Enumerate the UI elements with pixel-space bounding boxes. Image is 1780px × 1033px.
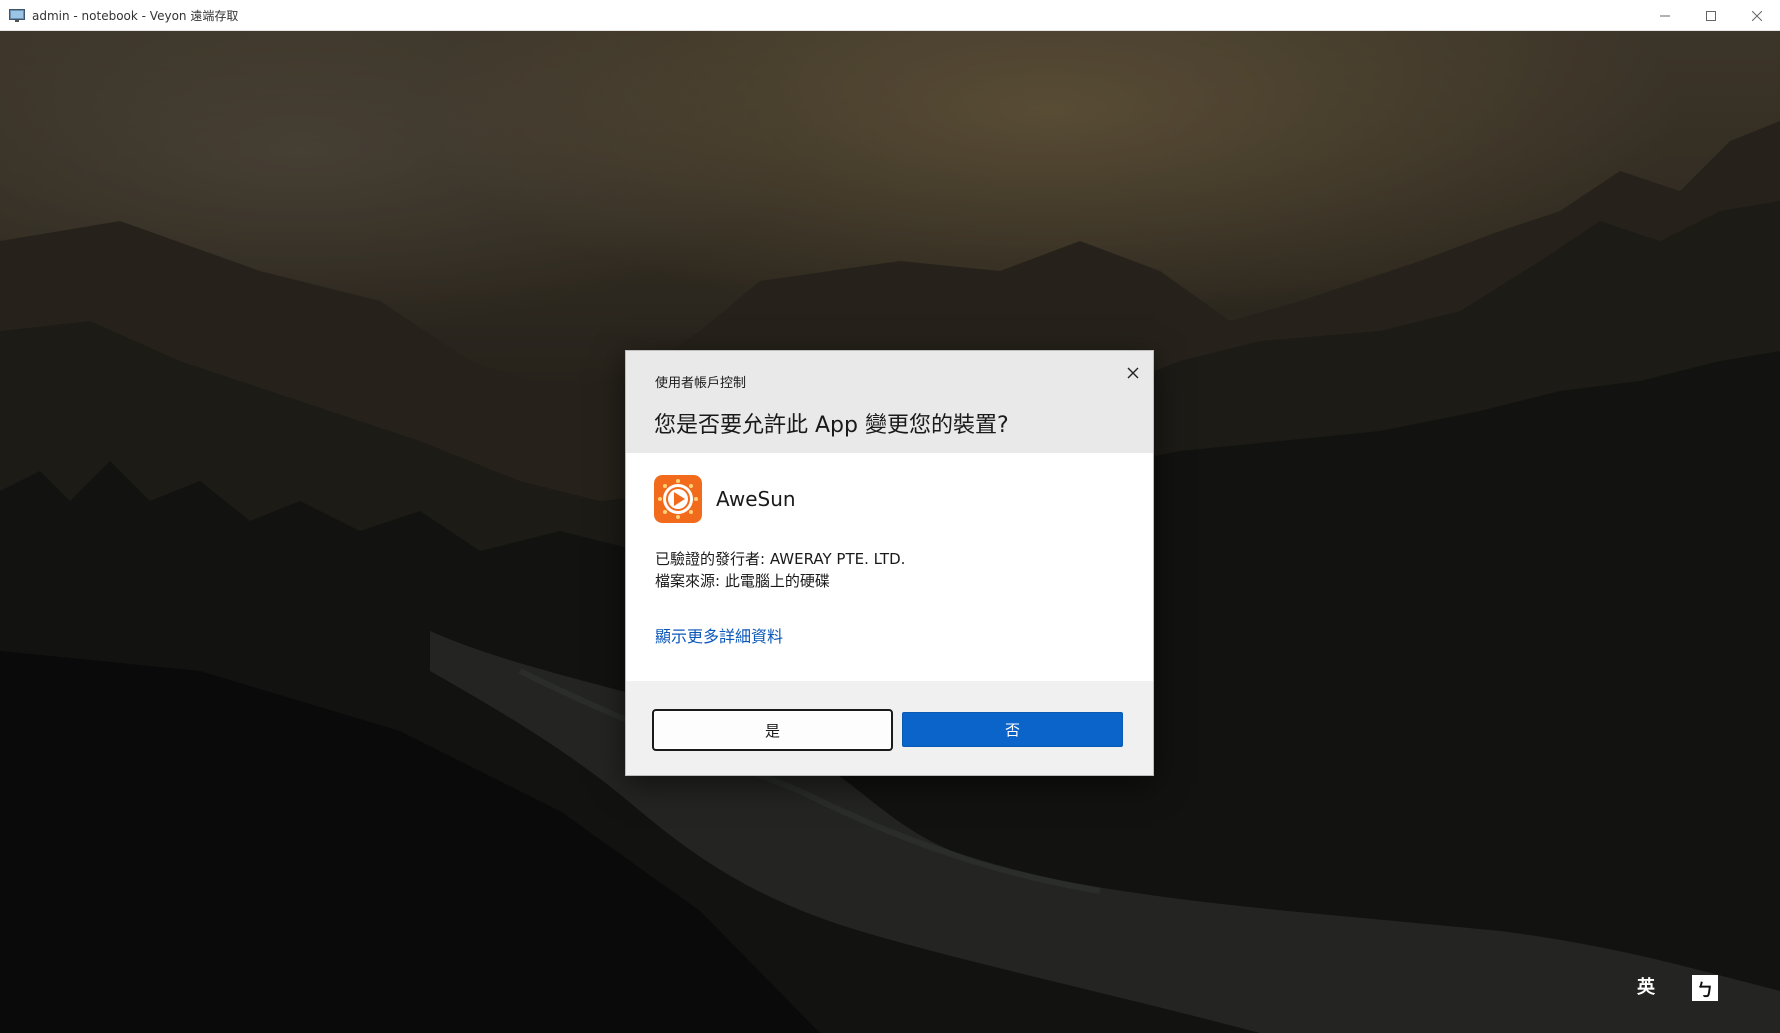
- yes-button[interactable]: 是: [652, 709, 893, 751]
- file-origin: 檔案來源: 此電腦上的硬碟: [655, 572, 830, 590]
- uac-dialog-header: 使用者帳戶控制 您是否要允許此 App 變更您的裝置?: [626, 351, 1153, 453]
- remote-desktop-view[interactable]: 英 ㄅ 使用者帳戶控制 您是否要允許此 App 變更您的裝置? AweSun 已…: [0, 31, 1780, 1033]
- close-icon: [1127, 367, 1139, 379]
- no-button[interactable]: 否: [902, 712, 1123, 747]
- ime-language-indicator[interactable]: 英: [1632, 972, 1660, 1000]
- window-title: admin - notebook - Veyon 遠端存取: [32, 8, 239, 23]
- show-more-details-link[interactable]: 顯示更多詳細資料: [655, 623, 783, 647]
- ime-mode-indicator[interactable]: ㄅ: [1692, 975, 1718, 1001]
- awesun-logo-icon: [654, 475, 702, 523]
- uac-dialog: 使用者帳戶控制 您是否要允許此 App 變更您的裝置? AweSun 已驗證的發…: [625, 350, 1154, 776]
- monitor-icon: [9, 8, 25, 22]
- close-window-button[interactable]: [1734, 0, 1780, 31]
- uac-caption: 使用者帳戶控制: [655, 376, 747, 391]
- app-info-row: AweSun: [654, 475, 796, 523]
- close-icon: [1752, 10, 1762, 21]
- maximize-icon: [1706, 10, 1716, 21]
- publisher-info: 已驗證的發行者: AWERAY PTE. LTD. 檔案來源: 此電腦上的硬碟: [655, 548, 905, 592]
- app-name: AweSun: [716, 487, 796, 511]
- uac-question: 您是否要允許此 App 變更您的裝置?: [654, 413, 1009, 438]
- verified-publisher: 已驗證的發行者: AWERAY PTE. LTD.: [655, 550, 906, 568]
- title-bar: admin - notebook - Veyon 遠端存取: [0, 0, 1780, 31]
- dialog-close-button[interactable]: [1122, 362, 1144, 384]
- window-controls: [1642, 0, 1780, 31]
- minimize-icon: [1660, 15, 1670, 16]
- maximize-button[interactable]: [1688, 0, 1734, 31]
- veyon-remote-window: admin - notebook - Veyon 遠端存取 英 ㄅ 使用者帳戶控…: [0, 0, 1780, 1033]
- minimize-button[interactable]: [1642, 0, 1688, 31]
